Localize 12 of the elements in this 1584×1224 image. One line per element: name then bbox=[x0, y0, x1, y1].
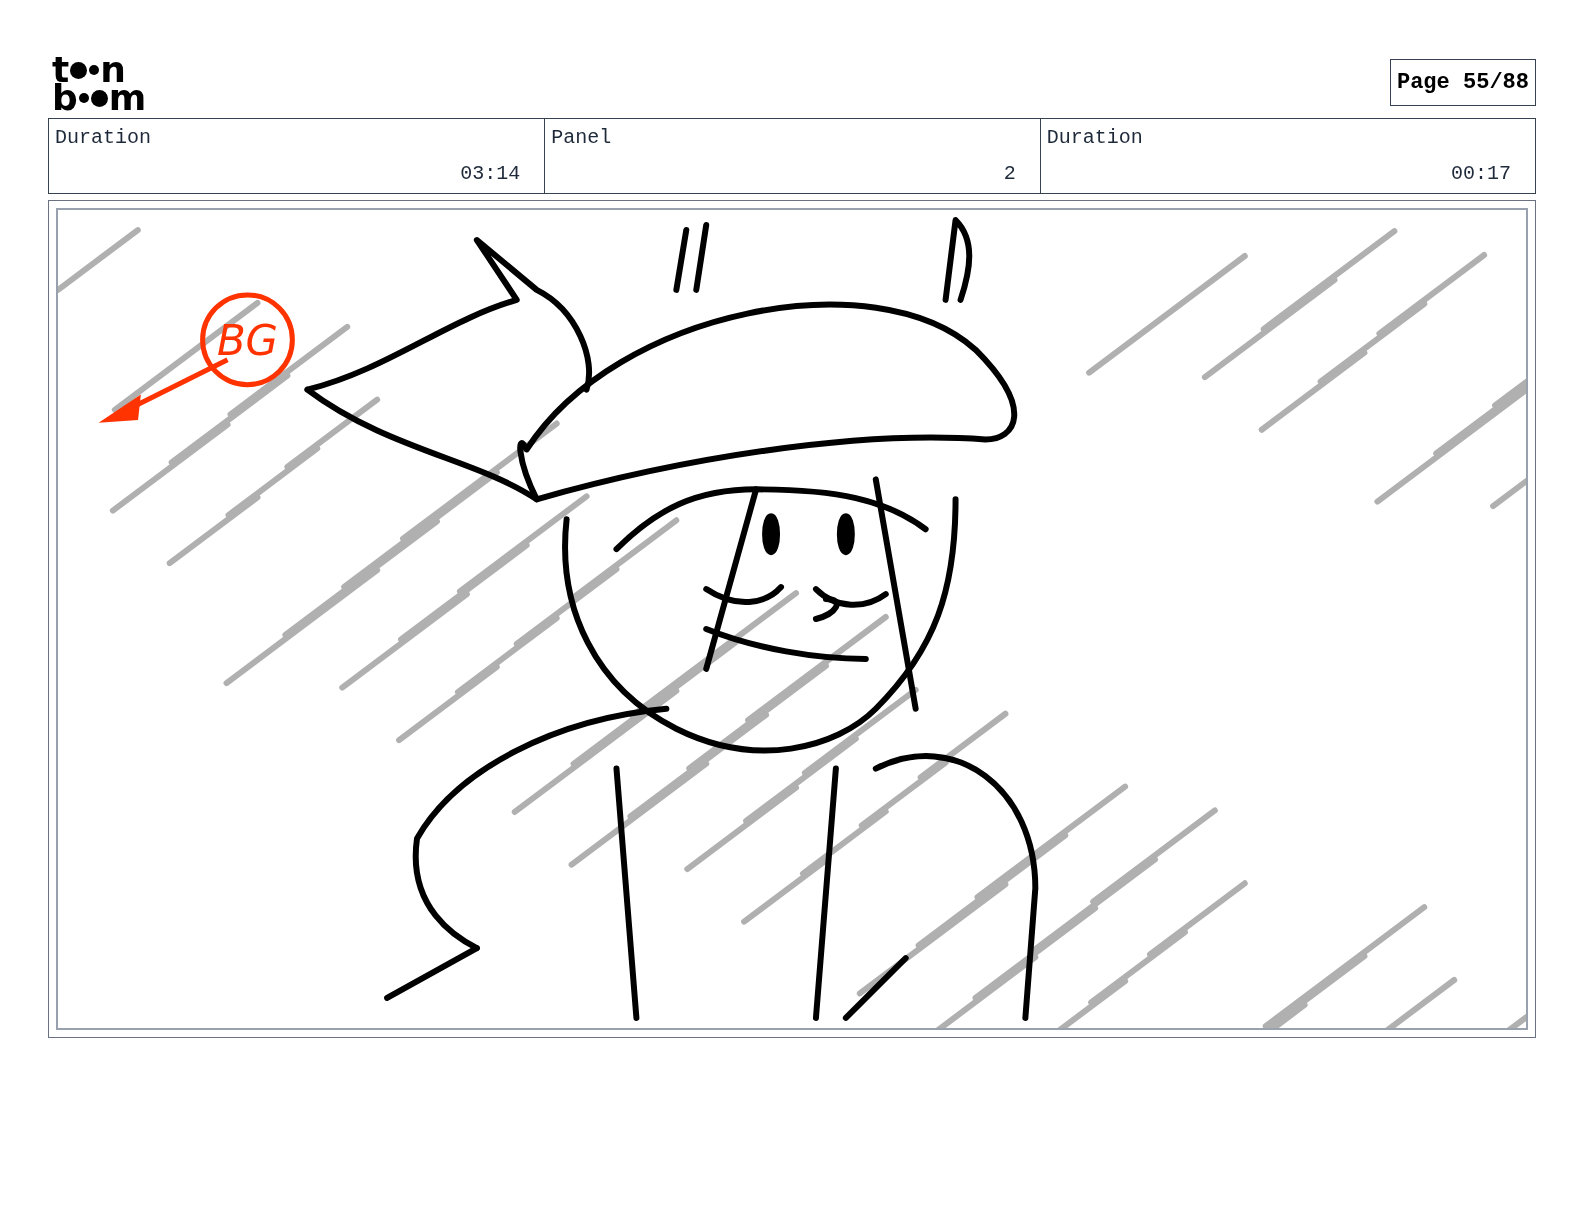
header-value: 00:17 bbox=[1451, 161, 1511, 187]
logo-letter: n bbox=[100, 56, 126, 84]
header-value: 2 bbox=[1003, 161, 1016, 187]
logo-letter: m bbox=[108, 84, 147, 112]
logo-letter: t bbox=[52, 56, 70, 84]
header-label: Duration bbox=[55, 125, 152, 151]
header-label: Duration bbox=[1046, 125, 1144, 151]
logo-letter: b bbox=[52, 84, 78, 112]
header-value: 03:14 bbox=[460, 161, 521, 187]
page-number: Page 55/88 bbox=[1389, 59, 1536, 106]
annotation-note: BG bbox=[216, 315, 279, 365]
header-label: Panel bbox=[551, 125, 613, 151]
